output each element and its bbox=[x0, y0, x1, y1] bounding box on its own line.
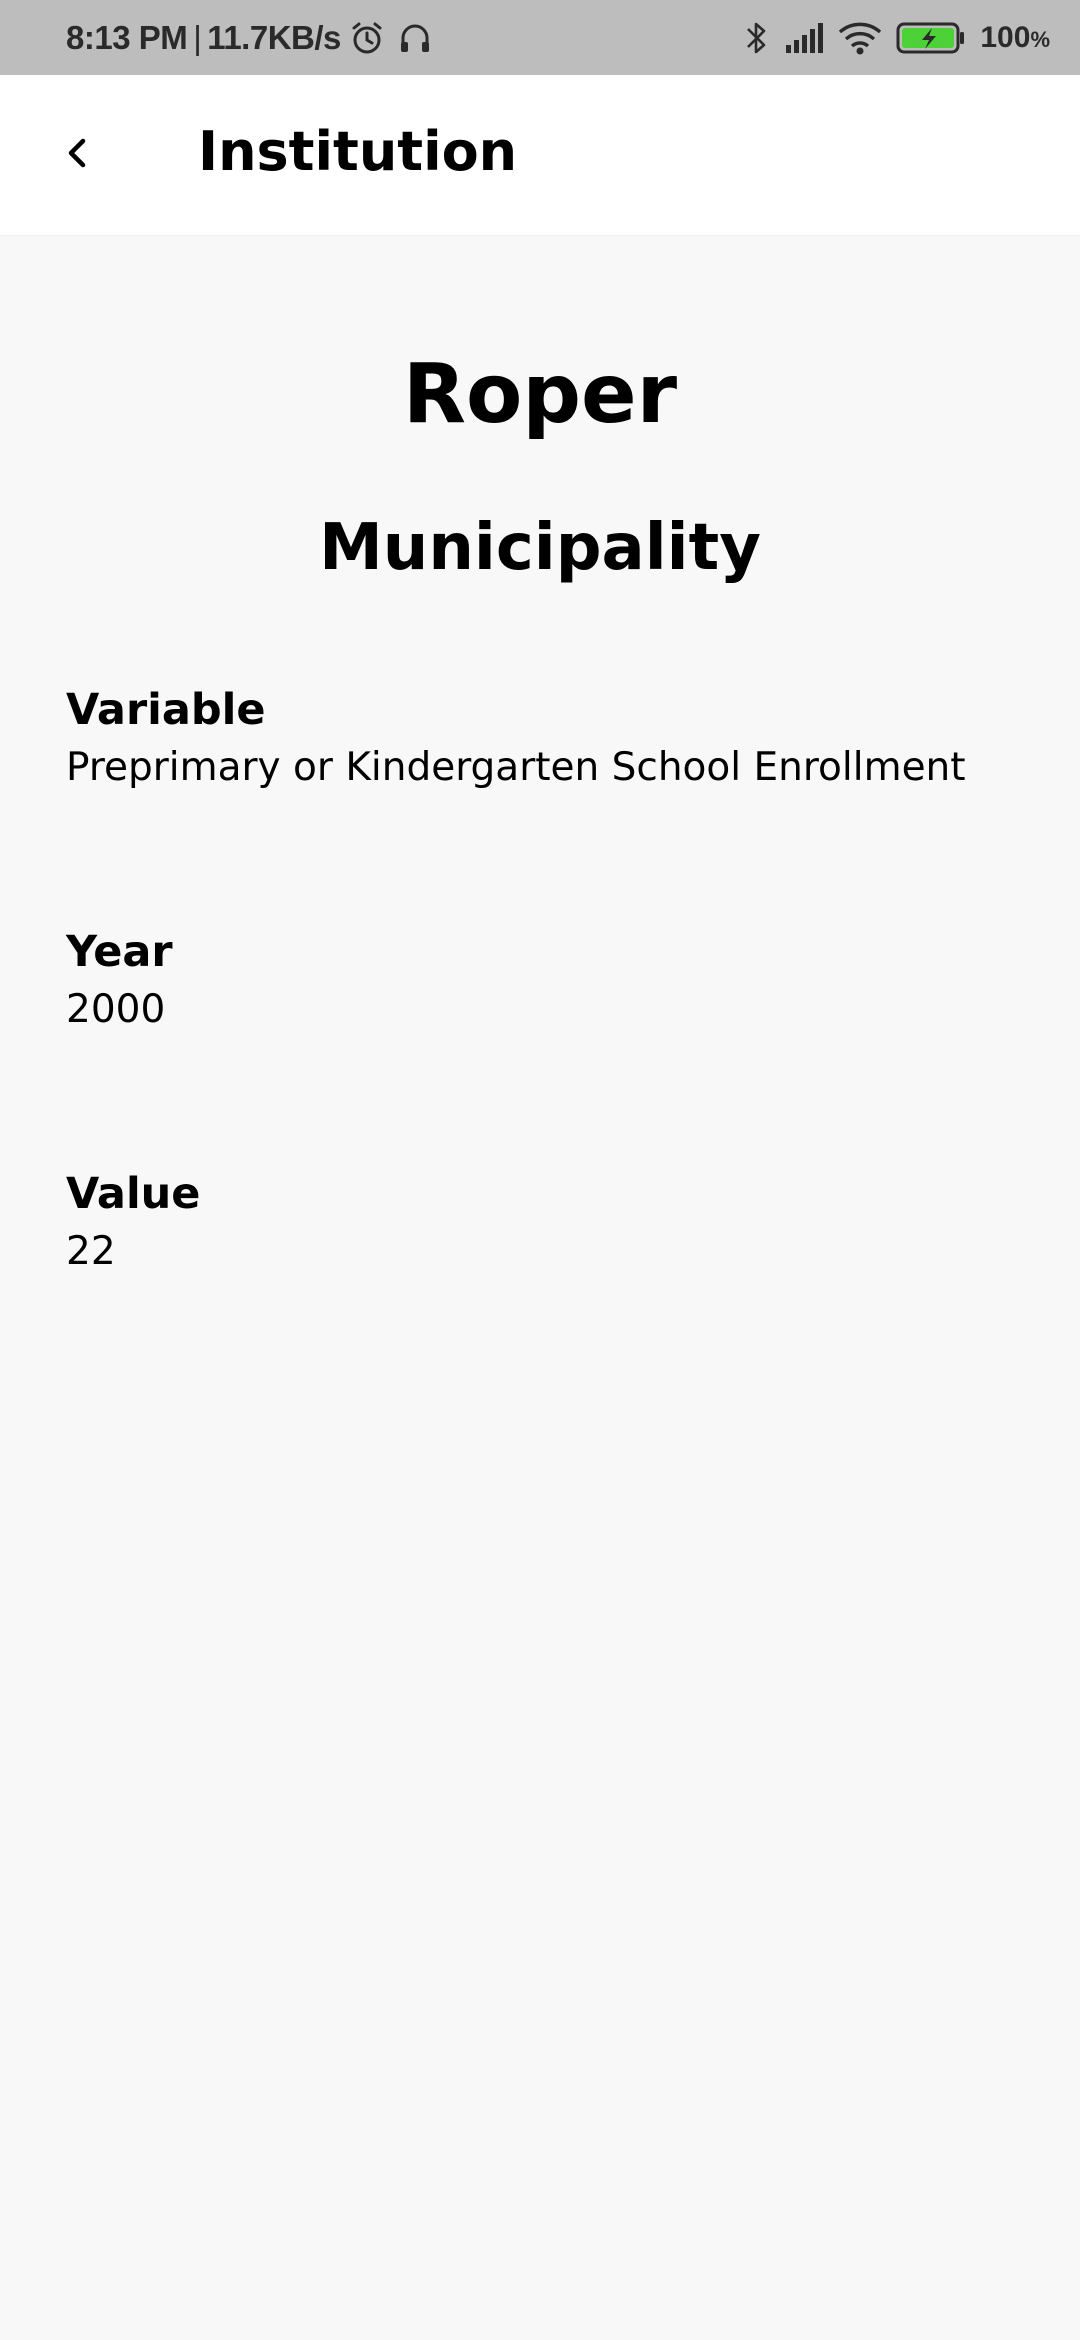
status-bar: 8:13 PM | 11.7KB/s 100% bbox=[0, 0, 1080, 75]
chevron-left-icon bbox=[58, 133, 98, 173]
field-year: Year 2000 bbox=[66, 923, 1056, 1039]
status-time: 8:13 PM bbox=[66, 18, 188, 56]
signal-icon bbox=[784, 21, 824, 55]
field-label: Variable bbox=[66, 685, 266, 735]
institution-name: Roper bbox=[402, 347, 678, 442]
alarm-icon bbox=[349, 20, 385, 56]
page-title: Institution bbox=[198, 120, 518, 183]
field-variable: Variable Preprimary or Kindergarten Scho… bbox=[66, 681, 1056, 797]
field-value-section: Value 22 bbox=[66, 1165, 1056, 1281]
bluetooth-icon bbox=[744, 19, 770, 57]
field-value: Preprimary or Kindergarten School Enroll… bbox=[66, 745, 966, 790]
wifi-icon bbox=[838, 21, 882, 55]
field-value: 2000 bbox=[66, 987, 166, 1032]
status-separator: | bbox=[193, 18, 202, 56]
field-label: Value bbox=[66, 1169, 201, 1219]
app-bar: Institution bbox=[0, 75, 1080, 235]
field-value: 22 bbox=[66, 1229, 116, 1274]
institution-type: Municipality bbox=[319, 511, 761, 585]
status-network-speed: 11.7KB/s bbox=[207, 18, 341, 56]
status-left: 8:13 PM | 11.7KB/s bbox=[66, 19, 433, 57]
field-label: Year bbox=[66, 927, 173, 977]
battery-charging-icon bbox=[896, 21, 966, 55]
status-right: 100% bbox=[744, 0, 1050, 75]
headset-icon bbox=[397, 20, 433, 56]
back-button[interactable] bbox=[40, 115, 116, 191]
battery-percent: 100% bbox=[980, 20, 1050, 54]
